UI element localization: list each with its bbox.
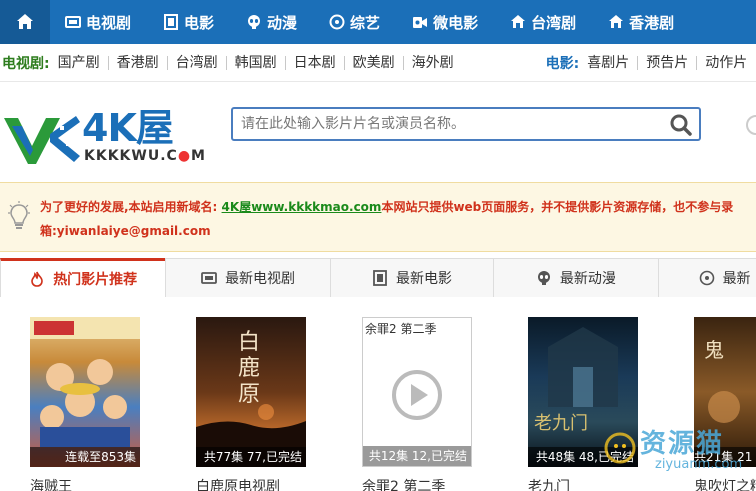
nav-label: 电视剧 [86, 13, 132, 32]
watermark-url: ziyuanm.com [655, 457, 743, 472]
svg-text:白: 白 [238, 330, 260, 355]
search-box [231, 107, 701, 141]
disc-icon [699, 270, 714, 286]
tab-label: 最新电影 [395, 271, 452, 287]
poster-title[interactable]: 海贼王 [30, 476, 72, 491]
svg-text:老九门: 老九门 [534, 413, 588, 434]
poster-yuzui2[interactable]: 余罪2 第二季 共12集 12,已完结 [362, 317, 472, 467]
site-logo[interactable]: 4K屋 KKKKWU.C●M [2, 106, 205, 168]
nav-label: 香港剧 [629, 13, 675, 32]
poster-bailuyuan[interactable]: 白 鹿 原 共77集 77,已完结 [196, 317, 306, 467]
subnav-link[interactable]: 喜剧片 [579, 55, 639, 70]
play-icon [392, 370, 442, 420]
partial-circle-icon [746, 115, 756, 135]
nav-label: 动漫 [267, 13, 298, 32]
notice-line-1: 为了更好的发展,本站启用新域名: 4K屋www.kkkkmao.com本网站只提… [40, 200, 734, 214]
nav-label: 台湾剧 [531, 13, 577, 32]
lightbulb-icon [8, 201, 30, 229]
notice-banner: 为了更好的发展,本站启用新域名: 4K屋www.kkkkmao.com本网站只提… [0, 182, 756, 252]
nav-tv[interactable]: 电视剧 [65, 0, 131, 44]
subnav-link[interactable]: 预告片 [638, 55, 698, 70]
search-input[interactable] [241, 113, 661, 135]
tab-label: 最新动漫 [559, 271, 616, 287]
nav-taiwan-drama[interactable]: 台湾剧 [510, 0, 576, 44]
new-domain-link[interactable]: 4K屋www.kkkkmao.com [222, 200, 382, 214]
watermark-text: 资源猫 [640, 429, 725, 459]
tab-latest-anime[interactable]: 最新动漫 [493, 258, 659, 297]
svg-text:鬼: 鬼 [704, 338, 724, 362]
poster-artwork [30, 317, 140, 447]
alien-icon [248, 15, 261, 29]
poster-title[interactable]: 老九门 [528, 476, 570, 491]
notice-line-2: 箱:yiwanlaiye@gmail.com [40, 224, 211, 238]
subnav-link[interactable]: 国产剧 [50, 55, 109, 70]
search-icon[interactable] [669, 113, 693, 137]
poster-caption: 共77集 77,已完结 [196, 447, 306, 467]
subnav-link[interactable]: 日本剧 [286, 55, 345, 70]
tab-label: 最新电视剧 [225, 271, 296, 287]
tab-latest-movie[interactable]: 最新电影 [329, 258, 495, 297]
home-icon [17, 14, 33, 29]
poster-one-piece[interactable]: 连载至853集 [30, 317, 140, 467]
tv-icon [65, 16, 81, 28]
nav-anime[interactable]: 动漫 [246, 0, 297, 44]
subnav-link[interactable]: 香港剧 [109, 55, 168, 70]
logo-mark-icon [4, 116, 80, 164]
alien-icon [537, 271, 550, 285]
house-icon [511, 15, 526, 28]
subnav-link[interactable]: 韩国剧 [227, 55, 286, 70]
movie-category-label[interactable]: 电影: [546, 53, 580, 73]
svg-text:原: 原 [238, 382, 260, 407]
tab-hot-recommend[interactable]: 热门影片推荐 [0, 258, 167, 297]
poster-caption: 共12集 12,已完结 [363, 446, 471, 466]
sub-nav: 电视剧: 国产剧 香港剧 台湾剧 韩国剧 日本剧 欧美剧 海外剧 电影: 喜剧片… [0, 44, 756, 82]
nav-micro-film[interactable]: 微电影 [412, 0, 478, 44]
broken-image-alt: 余罪2 第二季 [365, 322, 437, 336]
nav-label: 电影 [184, 13, 215, 32]
logo-brand: 4K屋 [82, 106, 174, 150]
subnav-link[interactable]: 欧美剧 [345, 55, 404, 70]
disc-icon [329, 14, 345, 30]
flame-icon [31, 271, 43, 287]
tab-latest-tv[interactable]: 最新电视剧 [165, 258, 331, 297]
house-icon [609, 15, 624, 28]
tab-latest-variety[interactable]: 最新 [657, 258, 756, 297]
tv-icon [201, 272, 217, 284]
home-button[interactable] [0, 0, 50, 44]
poster-artwork: 白 鹿 原 [196, 330, 306, 467]
poster-title[interactable]: 白鹿原电视剧 [196, 476, 280, 491]
subnav-link[interactable]: 海外剧 [404, 56, 462, 70]
film-icon [164, 14, 179, 30]
film-icon [373, 270, 387, 286]
logo-domain: KKKKWU.C●M [84, 148, 206, 164]
nav-hongkong-drama[interactable]: 香港剧 [608, 0, 674, 44]
content-tabs: 热门影片推荐 最新电视剧 最新电影 最新动漫 最新 [0, 258, 756, 297]
tab-label: 热门影片推荐 [53, 272, 138, 288]
poster-title[interactable]: 余罪2 第二季 [362, 476, 445, 491]
camera-icon [413, 17, 428, 28]
top-nav: 电视剧 电影 动漫 综艺 微电影 台湾剧 香港剧 [0, 0, 756, 44]
tv-category-label[interactable]: 电视剧: [2, 53, 50, 73]
tab-label: 最新 [722, 271, 751, 287]
poster-caption: 连载至853集 [30, 447, 140, 467]
svg-text:鹿: 鹿 [238, 356, 260, 381]
subnav-link[interactable]: 动作片 [697, 56, 755, 70]
subnav-link[interactable]: 台湾剧 [168, 55, 227, 70]
nav-movie[interactable]: 电影 [163, 0, 214, 44]
nav-label: 微电影 [433, 13, 479, 32]
nav-label: 综艺 [350, 13, 381, 32]
nav-variety[interactable]: 综艺 [329, 0, 380, 44]
